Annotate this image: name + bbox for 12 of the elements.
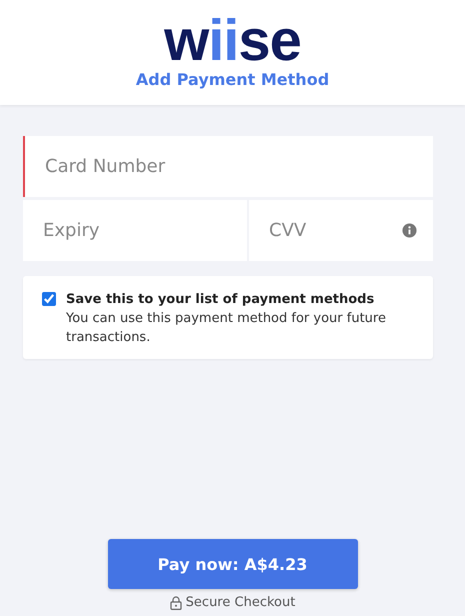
save-checkbox[interactable]: [42, 292, 56, 306]
save-label: Save this to your list of payment methods: [66, 291, 376, 309]
page-title: Add Payment Method: [136, 70, 330, 89]
logo: wiise: [164, 14, 301, 68]
save-description: You can use this payment method for your future transactions.: [66, 310, 387, 347]
info-icon[interactable]: [402, 223, 417, 238]
expiry-field[interactable]: Expiry: [23, 200, 247, 261]
cvv-field[interactable]: CVV: [249, 200, 433, 261]
lock-icon: [170, 596, 182, 610]
secure-checkout-note: Secure Checkout: [186, 595, 296, 610]
pay-button[interactable]: Pay now: A$4.23: [108, 539, 358, 589]
card-number-field[interactable]: Card Number: [23, 136, 433, 197]
